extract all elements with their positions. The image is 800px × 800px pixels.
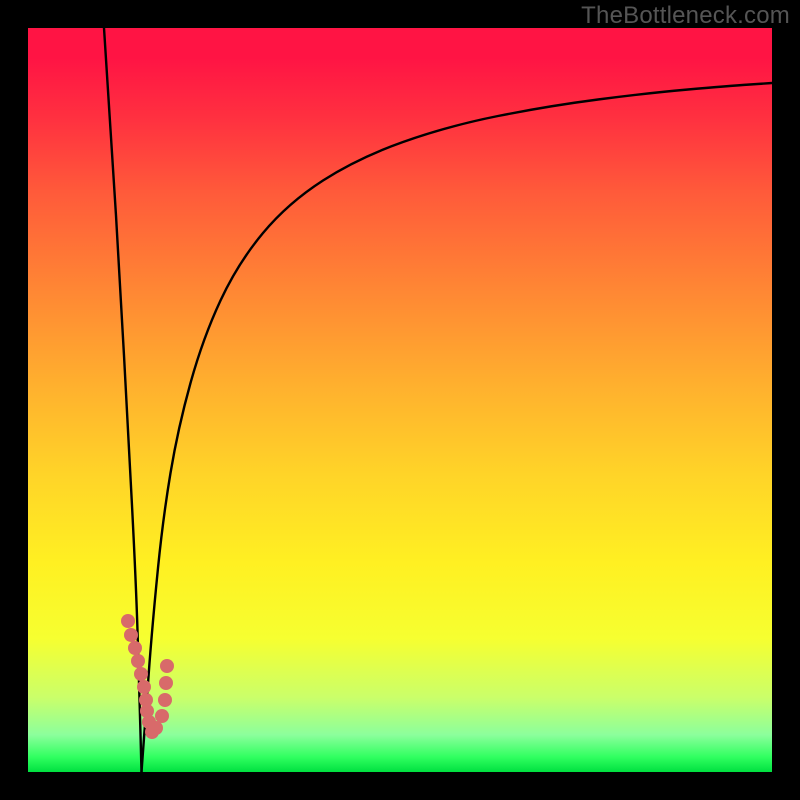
- highlight-dot: [155, 709, 169, 723]
- highlight-dot: [124, 628, 138, 642]
- watermark-text: TheBottleneck.com: [581, 2, 790, 30]
- highlight-dot: [158, 693, 172, 707]
- chart-svg: [28, 28, 772, 772]
- highlight-dot: [159, 676, 173, 690]
- highlight-dot: [121, 614, 135, 628]
- plot-area: [28, 28, 772, 772]
- curve-right-branch: [142, 83, 773, 772]
- highlight-dots: [121, 614, 174, 739]
- curve-group: [104, 28, 772, 772]
- highlight-dot: [160, 659, 174, 673]
- highlight-dot: [134, 667, 148, 681]
- highlight-dot: [131, 654, 145, 668]
- highlight-dot: [128, 641, 142, 655]
- highlight-dot: [137, 680, 151, 694]
- highlight-dot: [149, 721, 163, 735]
- chart-frame: TheBottleneck.com: [0, 0, 800, 800]
